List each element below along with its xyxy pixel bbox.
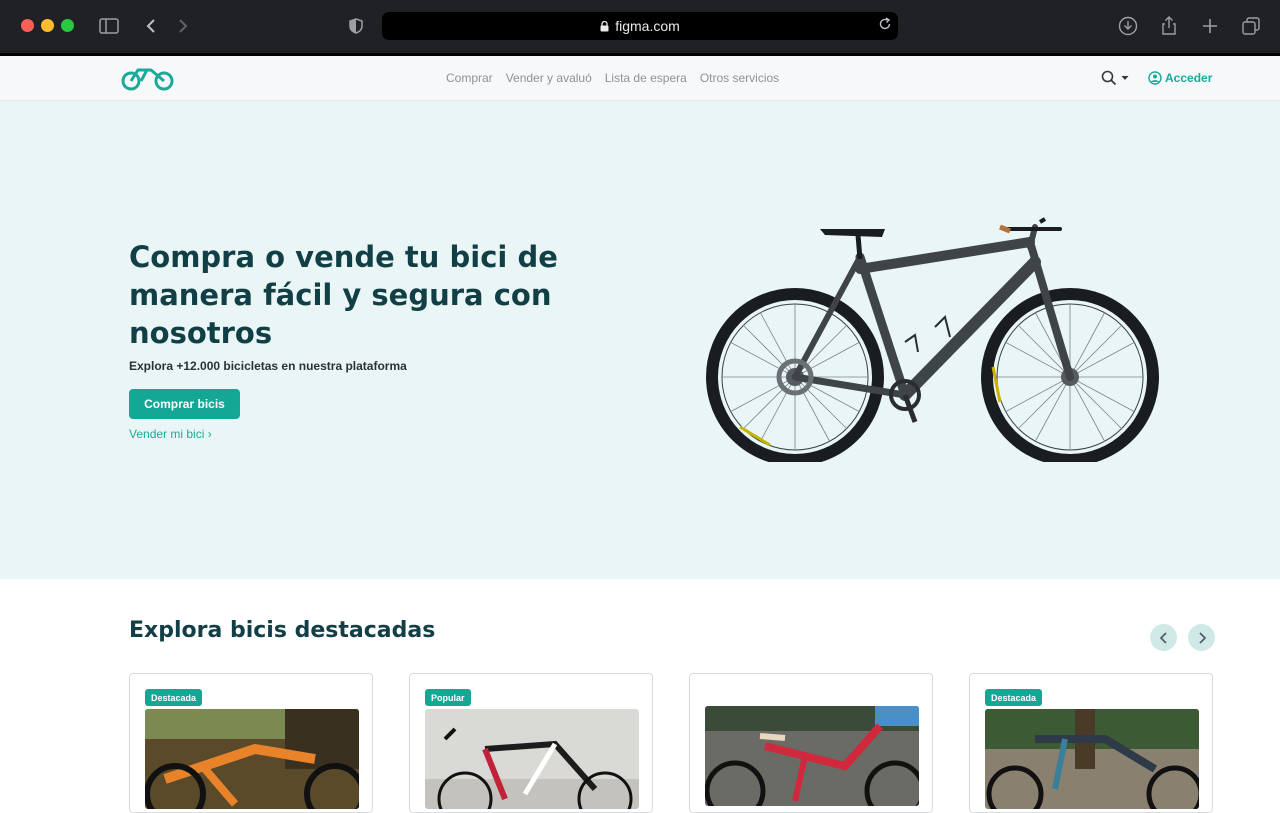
featured-title: Explora bicis destacadas <box>129 618 436 643</box>
bike-logo-icon[interactable] <box>121 66 175 92</box>
buy-bikes-button[interactable]: Comprar bicis <box>129 389 240 419</box>
close-window-button[interactable] <box>21 19 34 32</box>
caret-down-icon <box>1121 76 1129 80</box>
browser-toolbar: figma.com <box>0 0 1280 53</box>
bike-photo <box>425 709 639 809</box>
bike-card[interactable]: Destacada <box>129 673 373 813</box>
search-button[interactable] <box>1101 70 1129 86</box>
bike-card[interactable]: Destacada <box>969 673 1213 813</box>
nav-link-comprar[interactable]: Comprar <box>446 71 493 85</box>
hero-title: Compra o vende tu bici de manera fácil y… <box>129 240 558 350</box>
lock-icon <box>600 20 609 32</box>
carousel-prev-button[interactable] <box>1150 624 1177 651</box>
search-icon <box>1101 70 1117 86</box>
card-badge: Destacada <box>985 689 1043 706</box>
reload-icon[interactable] <box>878 17 892 34</box>
minimize-window-button[interactable] <box>41 19 54 32</box>
hero-subtitle: Explora +12.000 bicicletas en nuestra pl… <box>129 359 407 373</box>
bike-photo <box>145 709 359 809</box>
back-icon[interactable] <box>140 15 162 37</box>
site-header: Comprar Vender y avaluó Lista de espera … <box>0 56 1280 101</box>
login-label: Acceder <box>1165 71 1213 85</box>
sell-bike-link[interactable]: Vender mi bici › <box>129 427 212 441</box>
address-bar[interactable]: figma.com <box>382 12 898 40</box>
nav-link-vender[interactable]: Vender y avaluó <box>506 71 592 85</box>
sidebar-toggle-icon[interactable] <box>98 15 120 37</box>
tab-overview-icon[interactable] <box>1240 15 1262 37</box>
bike-photo <box>705 706 919 806</box>
bike-card[interactable]: Popular <box>409 673 653 813</box>
nav-link-otros-servicios[interactable]: Otros servicios <box>700 71 779 85</box>
login-button[interactable]: Acceder <box>1148 71 1212 85</box>
chevron-left-icon <box>1159 631 1167 644</box>
downloads-icon[interactable] <box>1117 15 1139 37</box>
carousel-next-button[interactable] <box>1188 624 1215 651</box>
card-badge: Destacada <box>145 689 203 706</box>
main-nav: Comprar Vender y avaluó Lista de espera … <box>446 71 779 85</box>
url-text: figma.com <box>615 18 680 34</box>
hero-section: Compra o vende tu bici de manera fácil y… <box>0 101 1280 579</box>
card-badge: Popular <box>425 689 471 706</box>
privacy-shield-icon[interactable] <box>345 15 367 37</box>
bike-card[interactable] <box>689 673 933 813</box>
hero-bike-image <box>706 217 1159 462</box>
chevron-right-icon <box>1198 631 1206 644</box>
user-circle-icon <box>1148 71 1162 85</box>
bike-photo <box>985 709 1199 809</box>
forward-icon[interactable] <box>172 15 194 37</box>
new-tab-icon[interactable] <box>1199 15 1221 37</box>
nav-link-lista-espera[interactable]: Lista de espera <box>605 71 687 85</box>
share-icon[interactable] <box>1158 15 1180 37</box>
maximize-window-button[interactable] <box>61 19 74 32</box>
